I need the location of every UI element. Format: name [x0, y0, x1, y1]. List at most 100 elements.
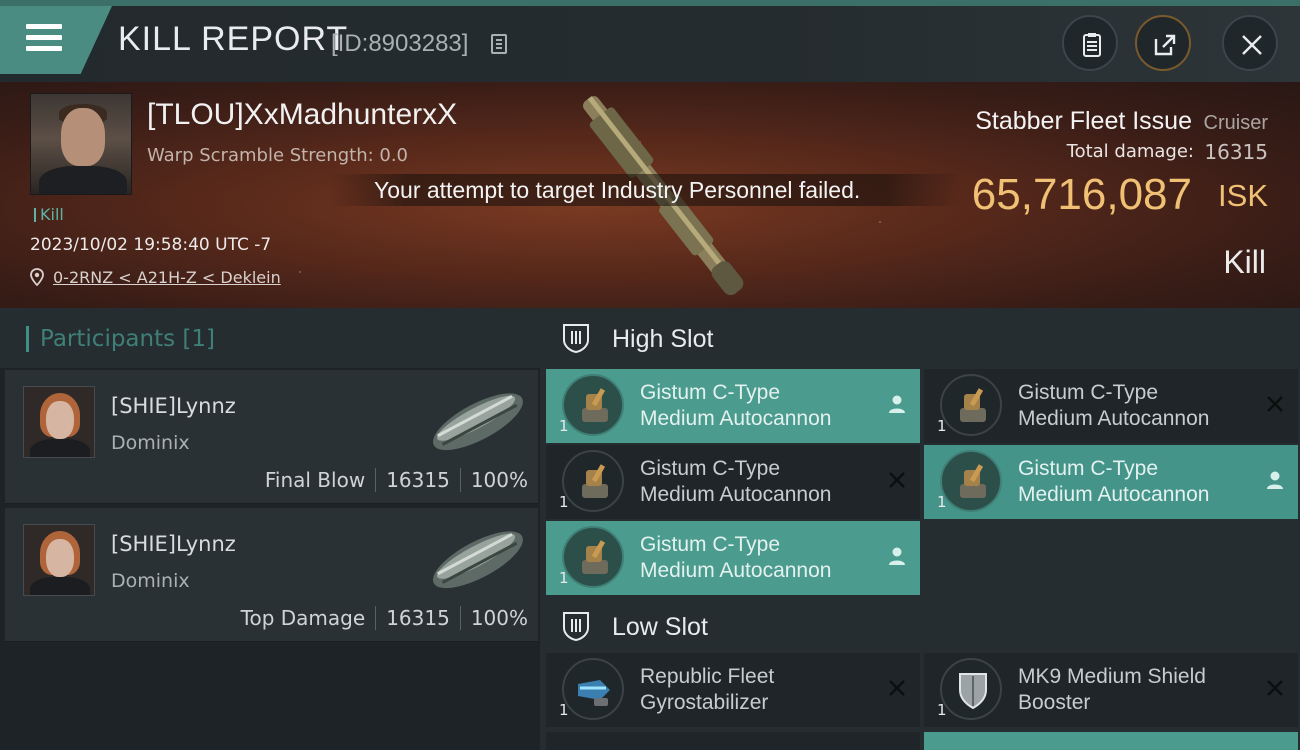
module-quantity: 1: [937, 493, 947, 511]
kill-tag: Kill: [34, 205, 64, 224]
autocannon-icon: [940, 374, 1002, 436]
module-name: Gistum C-Type: [640, 533, 781, 556]
module-quantity: 1: [559, 569, 569, 587]
destroyed-x-icon: [1267, 680, 1283, 696]
autocannon-icon: [562, 526, 624, 588]
header-top-accent: [0, 0, 1300, 6]
participant-role: Top Damage: [240, 606, 366, 630]
participant-stats: Top Damage 16315 100%: [241, 606, 528, 630]
module-type: Medium Autocannon: [640, 407, 832, 430]
participant-ship-image: [432, 393, 523, 451]
module-name: MK9 Medium Shield: [1018, 665, 1206, 688]
low-slot-title: Low Slot: [612, 613, 708, 641]
page-title: KILL REPORT: [118, 20, 349, 58]
autocannon-icon: [562, 374, 624, 436]
person-icon: [889, 547, 905, 565]
fitting-panel: High Slot 1 Gistum C-Type Medium Autocan…: [540, 308, 1300, 750]
module-name: Gistum C-Type: [640, 381, 781, 404]
destroyed-x-icon: [889, 680, 905, 696]
participant-ship: Dominix: [111, 432, 190, 454]
module-quantity: 1: [937, 417, 947, 435]
header-bar: KILL REPORT [ID:8903283]: [0, 0, 1300, 82]
module-type: Medium Autocannon: [640, 559, 832, 582]
participant-name[interactable]: [SHIE]Lynnz: [111, 394, 236, 418]
participants-title: Participants [1]: [40, 326, 215, 352]
participant-row[interactable]: [SHIE]Lynnz Dominix Top Damage 16315 100%: [5, 508, 538, 642]
module-type: Medium Autocannon: [640, 483, 832, 506]
isk-value: 65,716,087: [971, 170, 1192, 219]
module-slot-partial[interactable]: [924, 732, 1298, 750]
share-icon: [1154, 34, 1176, 56]
close-button[interactable]: [1222, 15, 1278, 71]
participants-panel: Participants [1] [SHIE]Lynnz Dominix Fin…: [0, 308, 540, 750]
module-slot[interactable]: 1 Gistum C-Type Medium Autocannon: [546, 369, 920, 443]
participant-percent: 100%: [470, 468, 528, 492]
destroyed-x-icon: [889, 472, 905, 488]
autocannon-icon: [562, 450, 624, 512]
person-icon: [889, 395, 905, 413]
module-slot[interactable]: 1 Republic Fleet Gyrostabilizer: [546, 653, 920, 727]
participant-row[interactable]: [SHIE]Lynnz Dominix Final Blow 16315 100%: [5, 370, 538, 504]
total-damage-label: Total damage:: [1066, 141, 1194, 162]
participant-ship-image: [432, 531, 523, 589]
module-slot[interactable]: 1 Gistum C-Type Medium Autocannon: [924, 445, 1298, 519]
module-slot-partial[interactable]: [546, 732, 920, 750]
participant-percent: 100%: [470, 606, 528, 630]
module-quantity: 1: [559, 417, 569, 435]
autocannon-icon: [940, 450, 1002, 512]
ship-name[interactable]: Stabber Fleet Issue: [975, 107, 1192, 136]
person-icon: [1267, 471, 1283, 489]
clipboard-button[interactable]: [1062, 15, 1118, 71]
location-pin-icon: [30, 268, 44, 286]
kill-datetime: 2023/10/02 19:58:40 UTC -7: [30, 235, 272, 255]
total-damage-value: 16315: [1204, 140, 1268, 164]
high-slot-title: High Slot: [612, 325, 714, 353]
victim-portrait[interactable]: [30, 93, 132, 195]
module-name: Gistum C-Type: [640, 457, 781, 480]
clipboard-icon: [1083, 33, 1101, 57]
module-quantity: 1: [937, 701, 947, 719]
participant-avatar[interactable]: [23, 524, 95, 596]
participant-role: Final Blow: [264, 468, 366, 492]
high-slot-icon: [563, 324, 589, 354]
module-slot[interactable]: 1 Gistum C-Type Medium Autocannon: [546, 521, 920, 595]
ship-class: Cruiser: [1203, 112, 1268, 134]
module-type: Medium Autocannon: [1018, 483, 1210, 506]
module-slot[interactable]: 1 Gistum C-Type Medium Autocannon: [546, 445, 920, 519]
kill-banner: [TLOU]XxMadhunterxX Warp Scramble Streng…: [0, 82, 1300, 308]
participant-stats: Final Blow 16315 100%: [265, 468, 528, 492]
share-button[interactable]: [1135, 15, 1191, 71]
participant-name[interactable]: [SHIE]Lynnz: [111, 532, 236, 556]
location-link[interactable]: 0-2RNZ < A21H-Z < Deklein: [53, 268, 281, 287]
result-label: Kill: [1223, 244, 1266, 280]
isk-unit: ISK: [1218, 178, 1268, 213]
toast-text: Your attempt to target Industry Personne…: [374, 177, 861, 203]
high-slot-header: High Slot: [540, 308, 1300, 368]
module-quantity: 1: [559, 701, 569, 719]
low-slot-icon: [563, 612, 589, 642]
participant-avatar[interactable]: [23, 386, 95, 458]
gyrostabilizer-icon: [562, 658, 624, 720]
menu-icon[interactable]: [26, 24, 62, 52]
copy-icon[interactable]: [491, 34, 507, 54]
module-type: Gyrostabilizer: [640, 691, 769, 714]
notification-toast: Your attempt to target Industry Personne…: [330, 174, 960, 206]
module-quantity: 1: [559, 493, 569, 511]
participants-header: Participants [1]: [0, 308, 540, 368]
module-name: Republic Fleet: [640, 665, 775, 688]
report-id: [ID:8903283]: [331, 30, 469, 57]
module-slot[interactable]: 1 Gistum C-Type Medium Autocannon: [924, 369, 1298, 443]
module-name: Gistum C-Type: [1018, 457, 1159, 480]
participant-damage: 16315: [386, 606, 450, 630]
close-icon: [1242, 35, 1262, 55]
participant-damage: 16315: [386, 468, 450, 492]
victim-name[interactable]: [TLOU]XxMadhunterxX: [147, 98, 457, 132]
shield-booster-icon: [940, 658, 1002, 720]
module-name: Gistum C-Type: [1018, 381, 1159, 404]
low-slot-header: Low Slot: [540, 596, 1300, 656]
module-type: Medium Autocannon: [1018, 407, 1210, 430]
module-type: Booster: [1018, 691, 1091, 714]
destroyed-x-icon: [1267, 396, 1283, 412]
module-slot[interactable]: 1 MK9 Medium Shield Booster: [924, 653, 1298, 727]
warp-scramble-text: Warp Scramble Strength: 0.0: [147, 145, 409, 166]
